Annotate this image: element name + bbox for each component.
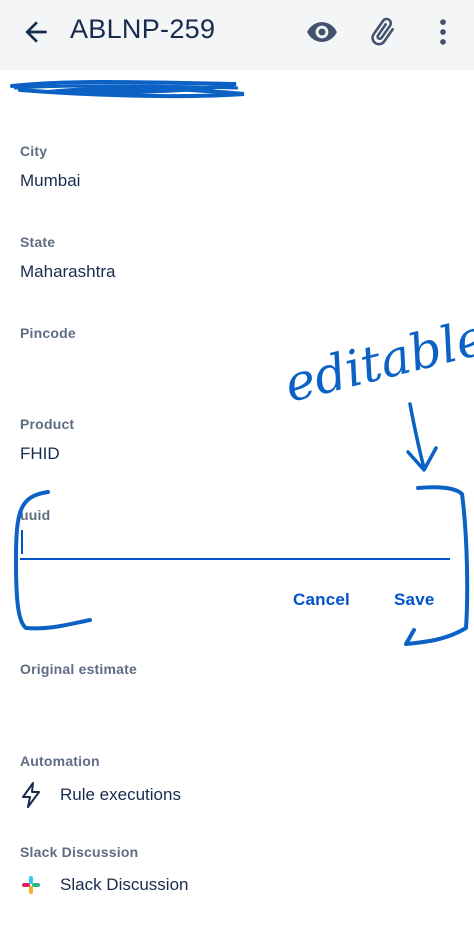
field-value: FHID bbox=[20, 444, 60, 463]
eye-icon[interactable] bbox=[305, 15, 339, 49]
field-uuid: uuid bbox=[20, 507, 50, 523]
save-button[interactable]: Save bbox=[394, 590, 435, 610]
rule-executions-link[interactable]: Rule executions bbox=[20, 782, 181, 808]
field-label: Automation bbox=[20, 753, 100, 769]
link-label: Slack Discussion bbox=[60, 875, 189, 894]
issue-key-title: ABLNP-259 bbox=[70, 14, 216, 44]
field-label: State bbox=[20, 234, 56, 250]
field-label: Original estimate bbox=[20, 661, 137, 677]
uuid-input[interactable] bbox=[20, 528, 450, 560]
back-arrow-icon[interactable] bbox=[20, 16, 52, 48]
redaction-scribble bbox=[10, 80, 245, 99]
more-vertical-icon[interactable] bbox=[426, 15, 460, 49]
link-label: Rule executions bbox=[60, 785, 181, 804]
slack-discussion-link[interactable]: Slack Discussion bbox=[20, 874, 189, 896]
field-city[interactable]: City Mumbai bbox=[20, 143, 80, 191]
field-label: uuid bbox=[20, 507, 51, 523]
field-state[interactable]: State Maharashtra bbox=[20, 234, 115, 282]
lightning-icon bbox=[22, 782, 40, 808]
field-value: Mumbai bbox=[20, 171, 81, 190]
cancel-button[interactable]: Cancel bbox=[293, 590, 350, 610]
redacted-email-row bbox=[8, 72, 248, 102]
field-product[interactable]: Product FHID bbox=[20, 416, 74, 464]
field-original-estimate[interactable]: Original estimate bbox=[20, 661, 137, 677]
field-slack-discussion: Slack Discussion bbox=[20, 844, 138, 860]
field-automation: Automation bbox=[20, 753, 100, 769]
field-value: Maharashtra bbox=[20, 262, 116, 281]
annotation-text: editable bbox=[279, 308, 474, 414]
field-label: City bbox=[20, 143, 48, 159]
text-caret bbox=[21, 530, 23, 554]
field-label: Product bbox=[20, 416, 75, 432]
field-label: Slack Discussion bbox=[20, 844, 139, 860]
paperclip-icon[interactable] bbox=[366, 15, 400, 49]
app-bar: ABLNP-259 bbox=[0, 0, 474, 70]
field-label: Pincode bbox=[20, 325, 76, 341]
field-pincode[interactable]: Pincode bbox=[20, 325, 76, 353]
slack-icon bbox=[22, 876, 40, 894]
